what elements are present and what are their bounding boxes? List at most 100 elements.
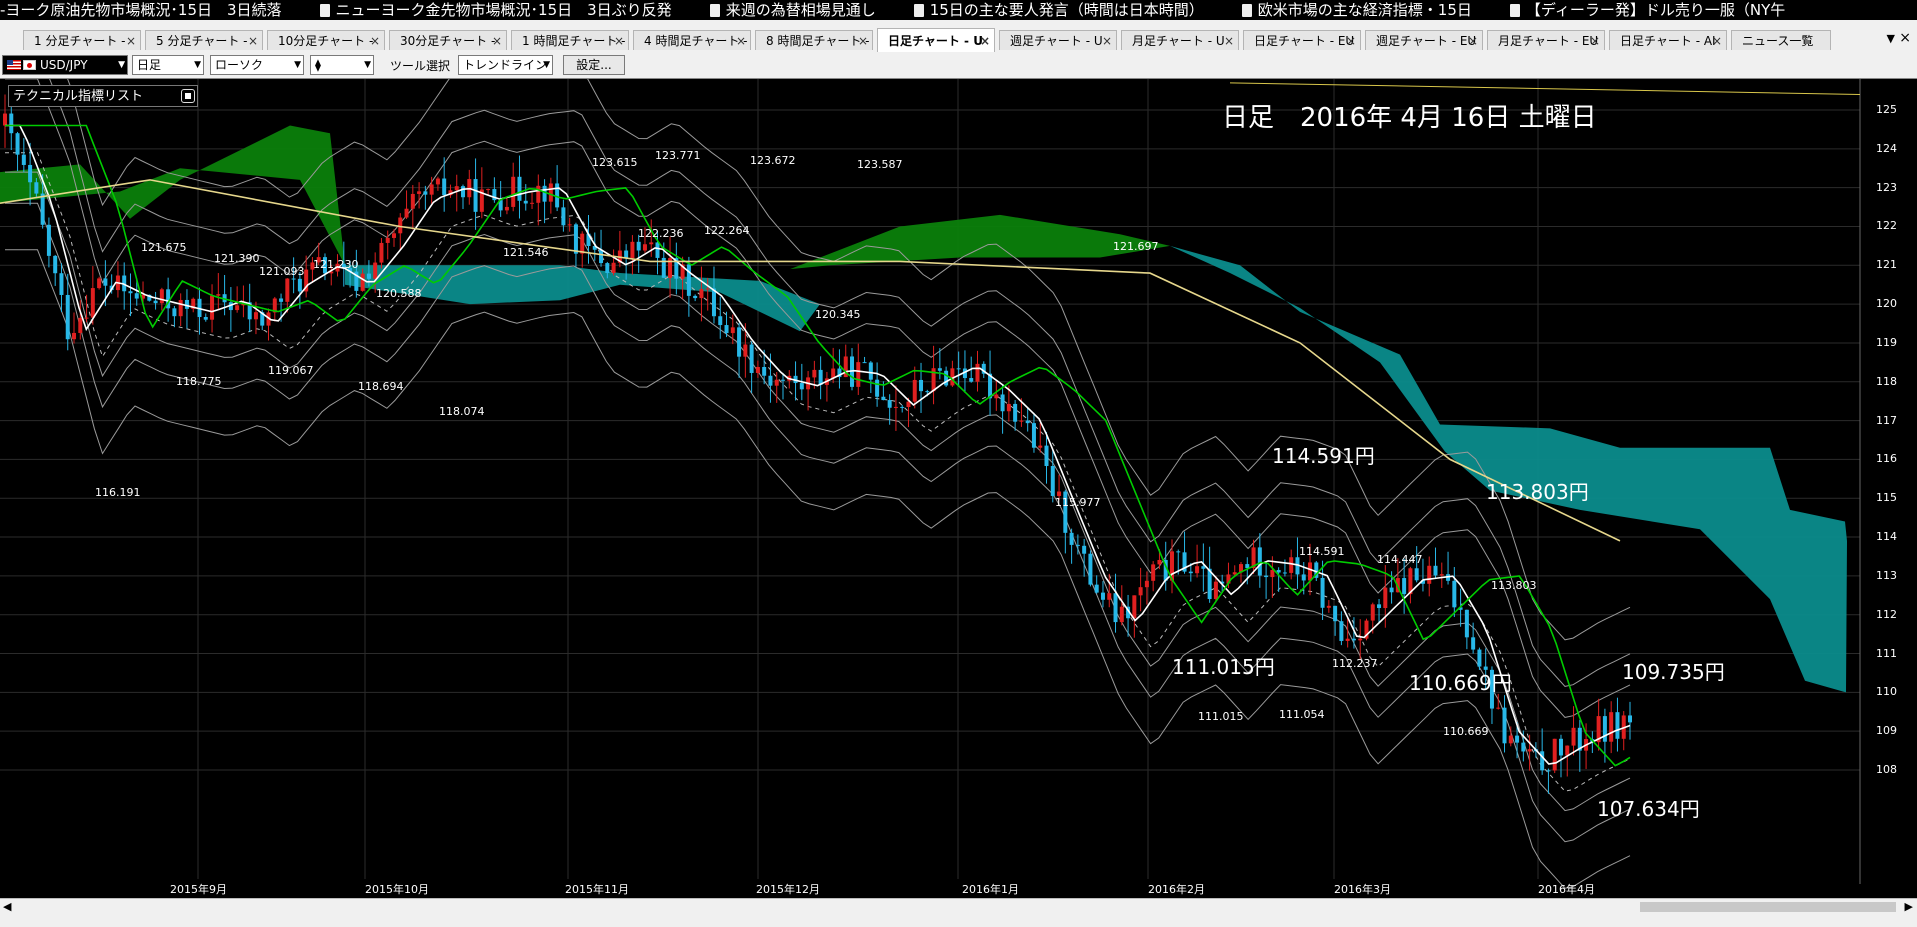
- candle-style-select[interactable]: ⧫ ▼: [310, 55, 374, 75]
- tab-6[interactable]: 8 時間足チャート - ×: [755, 30, 873, 50]
- candle-body: [1333, 605, 1338, 622]
- price-label: 122.236: [638, 227, 684, 240]
- candle-body: [486, 189, 491, 191]
- candle-body: [567, 224, 572, 226]
- price-label: 112.237: [1332, 657, 1378, 670]
- horizontal-scrollbar[interactable]: ◀ ▶: [0, 898, 1917, 915]
- y-axis-tick-label: 117: [1876, 413, 1897, 427]
- tab-8[interactable]: 週足チャート - U ×: [999, 30, 1117, 50]
- news-ticker[interactable]: -ヨーク原油先物市場概況･15日 3日続落 ニューヨーク金先物市場概況･15日 3…: [0, 0, 1917, 20]
- news-doc-icon: [913, 4, 924, 17]
- candle-body: [881, 396, 886, 401]
- scroll-right-icon[interactable]: ▶: [1905, 899, 1913, 915]
- ticker-text: -ヨーク原油先物市場概況･15日 3日続落: [0, 1, 282, 19]
- tab-close-icon[interactable]: ×: [980, 29, 990, 52]
- scrollbar-thumb[interactable]: [1640, 902, 1896, 912]
- ticker-text: 【ディーラー発】ドル売り一服（NY午: [1525, 1, 1786, 19]
- ticker-item[interactable]: 欧米市場の主な経済指標・15日: [1241, 0, 1472, 20]
- ticker-item[interactable]: ニューヨーク金先物市場概況･15日 3日ぶり反発: [319, 0, 672, 20]
- price-label: 123.615: [592, 156, 638, 169]
- candle-body: [743, 344, 748, 357]
- ticker-text: 来週の為替相場見通し: [725, 1, 876, 19]
- price-label: 120.345: [815, 308, 861, 321]
- tab-close-icon[interactable]: ×: [248, 31, 258, 50]
- tab-close-icon[interactable]: ×: [1102, 31, 1112, 50]
- tab-13[interactable]: 日足チャート - AI ×: [1609, 30, 1727, 50]
- ticker-item[interactable]: 【ディーラー発】ドル売り一服（NY午: [1509, 0, 1786, 20]
- chart-tab-bar: 1 分足チャート - × 5 分足チャート - × 10分足チャート - × 30分足…: [0, 20, 1917, 53]
- candle-body: [630, 241, 635, 259]
- x-axis-tick-label: 2015年9月: [170, 883, 227, 896]
- tab-7[interactable]: 日足チャート - U ×: [877, 28, 995, 52]
- candle-body: [875, 379, 880, 397]
- price-chart-area[interactable]: テクニカル指標リスト 日足 2016年 4月 16日 土曜日 114.591円 1…: [0, 79, 1917, 898]
- tab-close-icon[interactable]: ×: [1224, 31, 1234, 50]
- tab-0[interactable]: 1 分足チャート - ×: [23, 30, 141, 50]
- tab-close-icon[interactable]: ×: [1346, 31, 1356, 50]
- tab-close-icon[interactable]: ×: [126, 31, 136, 50]
- tab-14[interactable]: ニュース一覧: [1731, 30, 1831, 50]
- candle-body: [1351, 638, 1356, 641]
- tab-10[interactable]: 日足チャート - EU ×: [1243, 30, 1361, 50]
- candle-body: [153, 300, 158, 304]
- tab-1[interactable]: 5 分足チャート - ×: [145, 30, 263, 50]
- tab-close-icon[interactable]: ×: [370, 31, 380, 50]
- tab-4[interactable]: 1 時間足チャート - ×: [511, 30, 629, 50]
- tab-close-icon[interactable]: ×: [614, 31, 624, 50]
- tab-label: 日足チャート - U: [888, 34, 983, 48]
- candlestick-chart[interactable]: [0, 79, 1917, 898]
- candle-body: [649, 242, 654, 245]
- tab-close-icon[interactable]: ×: [858, 31, 868, 50]
- tab-3[interactable]: 30分足チャート - ×: [389, 30, 507, 50]
- candle-body: [3, 113, 7, 126]
- period-select[interactable]: 日足 ▼: [132, 55, 204, 75]
- currency-pair-select[interactable]: USD/JPY ▼: [2, 55, 128, 75]
- ticker-item[interactable]: 15日の主な要人発言（時間は日本時間）: [913, 0, 1204, 20]
- bollinger-band: [5, 249, 1631, 889]
- candle-body: [737, 327, 742, 357]
- tab-close-icon[interactable]: ×: [492, 31, 502, 50]
- tab-2[interactable]: 10分足チャート - ×: [267, 30, 385, 50]
- candle-body: [1477, 649, 1482, 667]
- candle-body: [159, 289, 164, 304]
- tab-label: 日足チャート - EU: [1254, 34, 1355, 48]
- candle-body: [46, 224, 51, 256]
- drawing-tool-select[interactable]: トレンドライン ▼: [458, 55, 553, 75]
- scroll-left-icon[interactable]: ◀: [3, 899, 11, 915]
- candle-body: [172, 308, 177, 317]
- candle-body: [1088, 553, 1093, 585]
- price-label: 121.390: [214, 252, 260, 265]
- collapse-icon[interactable]: [181, 89, 195, 103]
- price-label: 116.191: [95, 486, 141, 499]
- candle-body: [711, 288, 716, 317]
- bollinger-band: [5, 171, 1631, 812]
- ticker-item[interactable]: 来週の為替相場見通し: [709, 0, 876, 20]
- tab-close-icon[interactable]: ×: [1468, 31, 1478, 50]
- drawing-tool-value: トレンドライン: [463, 58, 548, 72]
- tab-close-icon[interactable]: ×: [1712, 31, 1722, 50]
- tab-5[interactable]: 4 時間足チャート - ×: [633, 30, 751, 50]
- candle-body: [1521, 742, 1526, 752]
- tab-list-dropdown-icon[interactable]: ▼: [1887, 32, 1895, 45]
- tab-12[interactable]: 月足チャート - EU ×: [1487, 30, 1605, 50]
- technical-indicator-list[interactable]: テクニカル指標リスト: [8, 85, 198, 107]
- tab-close-icon[interactable]: ×: [736, 31, 746, 50]
- close-icon[interactable]: ×: [1899, 30, 1911, 46]
- candle-body: [97, 278, 102, 289]
- tab-close-icon[interactable]: ×: [1590, 31, 1600, 50]
- news-doc-icon: [709, 4, 720, 17]
- tab-11[interactable]: 週足チャート - EU ×: [1365, 30, 1483, 50]
- price-label: 122.264: [704, 224, 750, 237]
- candle-body: [1402, 578, 1407, 595]
- price-label: 119.067: [268, 364, 314, 377]
- y-axis-tick-label: 116: [1876, 452, 1897, 466]
- chart-type-select[interactable]: ローソク ▼: [210, 55, 304, 75]
- candle-body: [730, 327, 735, 334]
- ticker-item[interactable]: -ヨーク原油先物市場概況･15日 3日続落: [0, 0, 282, 20]
- settings-button[interactable]: 設定...: [563, 55, 625, 75]
- candle-body: [523, 200, 528, 204]
- tab-9[interactable]: 月足チャート - U ×: [1121, 30, 1239, 50]
- price-annotation: 113.803円: [1486, 480, 1589, 504]
- candle-body: [184, 299, 189, 309]
- candle-body: [724, 325, 729, 334]
